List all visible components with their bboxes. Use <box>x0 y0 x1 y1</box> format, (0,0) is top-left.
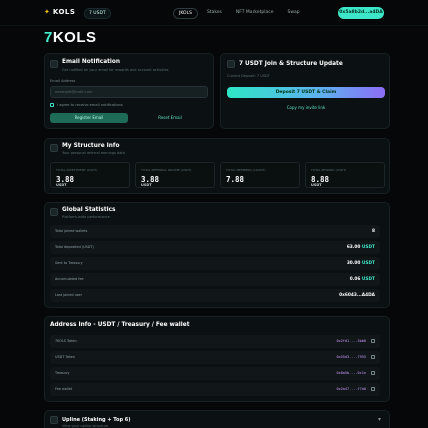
address-value: 0x8a5b....0c1e <box>336 371 366 375</box>
brand-name: KOLS <box>52 8 76 16</box>
email-notification-card: Email Notification Get notified on your … <box>44 53 214 129</box>
global-title: Global Statistics <box>62 207 116 213</box>
stat-unit: USDT <box>56 183 67 187</box>
row-label: Sent to Treasury <box>55 261 83 265</box>
consent-checkbox[interactable] <box>50 103 54 107</box>
structure-info-card: My Structure Info Your personal referral… <box>44 138 390 194</box>
stat-row: Sent to Treasury 30.00 USDT <box>50 257 380 270</box>
structure-title: My Structure Info <box>62 143 120 149</box>
stat-unit: USDT <box>141 183 152 187</box>
reset-email-button[interactable]: Reset Email <box>131 113 209 123</box>
top-nav: ✦ KOLS 7 USDT JKOLS Stakes NFT Marketpla… <box>0 0 428 26</box>
row-label: USDT Token <box>55 355 76 359</box>
address-row: USDT Token 0x55d3....7955 <box>50 351 380 364</box>
consent-label: I agree to receive email notifications <box>57 103 123 107</box>
stat-value: 7.88 <box>226 175 245 184</box>
wallet-button[interactable]: 0x5a8b2d...a4DA <box>338 7 384 19</box>
stat-label: TOTAL REFERRAL INCOME (USDT) <box>141 168 192 172</box>
address-info-card: Address Info - USDT / Treasury / Fee wal… <box>44 316 390 402</box>
row-value: 0.06 USDT <box>349 276 375 282</box>
stat-row: Total deposited (USDT) 63.00 USDT <box>50 241 380 254</box>
join-structure-card: 7 USDT Join & Structure Update Current D… <box>220 53 390 129</box>
box-icon <box>227 60 235 68</box>
join-card-title: 7 USDT Join & Structure Update <box>239 61 343 67</box>
global-subtitle: Platform-wide performance <box>62 215 110 219</box>
address-value: 0x55d3....7955 <box>336 355 366 359</box>
address-value: 0x2fd1....3bb8 <box>336 339 366 343</box>
copy-icon[interactable] <box>371 355 375 359</box>
row-label: Total joined wallets <box>55 229 88 233</box>
row-label: 7KOLS Token <box>55 339 77 343</box>
address-row: Fee wallet 0x2a47....f7a0 <box>50 383 380 396</box>
row-label: Fee wallet <box>55 387 73 391</box>
stat-card-referral: TOTAL REFERRAL INCOME (USDT) 3.88 USDT <box>135 162 215 188</box>
email-card-title: Email Notification <box>62 59 121 65</box>
star-icon: ✦ <box>44 8 50 16</box>
chevron-down-icon[interactable]: ▾ <box>378 416 381 423</box>
copy-icon[interactable] <box>371 387 375 391</box>
email-card-subtitle: Get notified on your email for rewards a… <box>62 68 169 72</box>
tab-stakes[interactable]: Stakes <box>202 8 227 19</box>
row-value: 30.00 USDT <box>346 260 375 266</box>
structure-subtitle: Your personal referral earnings data <box>62 151 125 155</box>
tab-swap[interactable]: Swap <box>283 8 305 19</box>
row-label: Accumulated fee <box>55 277 84 281</box>
email-field-label: Email Address <box>50 79 76 83</box>
nav-tabs: JKOLS Stakes NFT Marketplace Swap <box>173 8 305 19</box>
copy-icon[interactable] <box>371 371 375 375</box>
structure-icon <box>50 144 58 152</box>
brand[interactable]: ✦ KOLS <box>44 8 75 16</box>
address-row: Treasury 0x8a5b....0c1e <box>50 367 380 380</box>
register-email-button[interactable]: Register Email <box>50 113 128 123</box>
join-card-subtitle: Current Deposit: 7 USDT <box>227 74 270 78</box>
page-logo: 7KOLS <box>44 29 97 46</box>
stat-row: Accumulated fee 0.06 USDT <box>50 273 380 286</box>
row-label: Total deposited (USDT) <box>55 245 94 249</box>
tab-jkols[interactable]: JKOLS <box>173 8 198 19</box>
globe-icon <box>50 208 58 216</box>
row-value: 8 <box>372 228 375 234</box>
stat-card-investment: TOTAL INVESTMENT (USDT) 3.88 USDT <box>50 162 130 188</box>
row-label: Last joined user <box>55 293 82 297</box>
address-row: 7KOLS Token 0x2fd1....3bb8 <box>50 335 380 348</box>
mail-icon <box>50 60 58 68</box>
stat-unit: USDT <box>311 183 322 187</box>
email-field[interactable]: example@mail.com <box>50 86 208 98</box>
stat-row: Total joined wallets 8 <box>50 225 380 238</box>
deposit-claim-button[interactable]: Deposit 7 USDT & Claim <box>227 87 385 98</box>
upline-subtitle: View your upline structure <box>62 424 109 428</box>
upline-title: Upline (Staking + Top 6) <box>62 417 131 423</box>
copy-invite-link-button[interactable]: Copy my invite link <box>227 102 385 113</box>
address-value: 0x2a47....f7a0 <box>336 387 366 391</box>
logo-seven: 7 <box>44 29 53 46</box>
upline-card[interactable]: Upline (Staking + Top 6) View your uplin… <box>44 410 390 428</box>
stat-card-members: TOTAL MEMBERS (COUNT) 7.88 <box>220 162 300 188</box>
global-statistics-card: Global Statistics Platform-wide performa… <box>44 202 390 308</box>
logo-text: KOLS <box>52 29 97 46</box>
stat-label: TOTAL REWARD (USDT) <box>311 168 347 172</box>
stat-card-reward: TOTAL REWARD (USDT) 8.88 USDT <box>305 162 385 188</box>
row-label: Treasury <box>55 371 70 375</box>
stat-row: Last joined user 0x6043...A4DA <box>50 289 380 302</box>
row-value: 0x6043...A4DA <box>339 292 375 298</box>
stat-label: TOTAL INVESTMENT (USDT) <box>56 168 98 172</box>
row-value: 63.00 USDT <box>346 244 375 250</box>
address-title: Address Info - USDT / Treasury / Fee wal… <box>50 322 190 328</box>
tab-nft-marketplace[interactable]: NFT Marketplace <box>231 8 279 19</box>
upline-icon <box>50 416 58 424</box>
copy-icon[interactable] <box>371 339 375 343</box>
stat-label: TOTAL MEMBERS (COUNT) <box>226 168 266 172</box>
price-chip[interactable]: 7 USDT <box>84 8 111 19</box>
